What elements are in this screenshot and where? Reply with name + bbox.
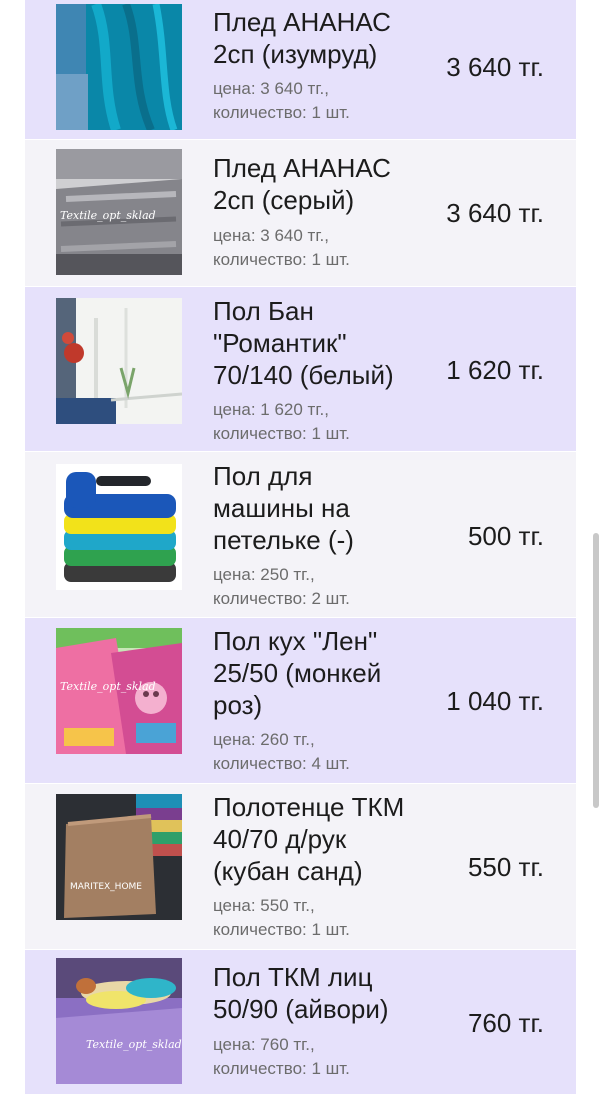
item-quantity: количество: 4 шт. (213, 754, 350, 773)
item-price: цена: 760 тг., (213, 1035, 315, 1054)
item-name-line: машины на (213, 493, 350, 523)
svg-text:Textile_opt_sklad: Textile_opt_sklad (60, 680, 156, 693)
item-name-line: петельке (-) (213, 525, 354, 555)
item-quantity: количество: 1 шт. (213, 103, 350, 122)
svg-text:MARITEX_HOME: MARITEX_HOME (70, 882, 142, 892)
item-name-line: Пол Бан (213, 296, 314, 326)
cart-items-list: Плед АНАНАС 2сп (изумруд) цена: 3 640 тг… (25, 0, 576, 1095)
item-price: цена: 550 тг., (213, 896, 315, 915)
product-thumbnail[interactable] (56, 464, 182, 590)
cart-item-row[interactable]: Textile_opt_sklad Плед АНАНАС 2сп (серый… (25, 140, 576, 287)
product-thumbnail[interactable]: Textile_opt_sklad (56, 149, 182, 275)
item-quantity: количество: 2 шт. (213, 589, 350, 608)
item-total: 760 тг. (467, 1008, 544, 1038)
item-name-line: 70/140 (белый) (213, 360, 394, 390)
item-name-line: 2сп (изумруд) (213, 39, 378, 69)
item-name-line: Плед АНАНАС (213, 7, 391, 37)
cart-item-row[interactable]: Пол для машины на петельке (-) цена: 250… (25, 452, 576, 618)
product-thumbnail[interactable] (56, 298, 182, 424)
item-name-line: Пол ТКМ лиц (213, 962, 373, 992)
item-total: 500 тг. (467, 521, 544, 551)
item-name-line: Полотенце ТКМ (213, 792, 405, 822)
item-price: цена: 260 тг., (213, 730, 315, 749)
cart-item-row[interactable]: Textile_opt_sklad Пол кух "Лен" 25/50 (м… (25, 618, 576, 784)
item-name-line: Плед АНАНАС (213, 153, 391, 183)
item-name-line: 25/50 (монкей (213, 658, 382, 688)
product-thumbnail[interactable]: Textile_opt_sklad (56, 628, 182, 754)
cart-item-row[interactable]: Плед АНАНАС 2сп (изумруд) цена: 3 640 тг… (25, 0, 576, 140)
svg-text:Textile_opt_sklad: Textile_opt_sklad (60, 209, 156, 222)
item-total: 3 640 тг. (446, 52, 544, 82)
svg-text:Textile_opt_sklad: Textile_opt_sklad (86, 1038, 182, 1051)
item-name-line: Пол кух "Лен" (213, 626, 378, 656)
cart-item-row[interactable]: Пол Бан "Романтик" 70/140 (белый) цена: … (25, 287, 576, 452)
item-name-line: Пол для (213, 461, 313, 491)
item-price: цена: 3 640 тг., (213, 79, 329, 98)
product-thumbnail[interactable] (56, 4, 182, 130)
item-price: цена: 3 640 тг., (213, 226, 329, 245)
cart-item-row[interactable]: MARITEX_HOME Полотенце ТКМ 40/70 д/рук (… (25, 784, 576, 950)
item-total: 550 тг. (467, 852, 544, 882)
item-total: 3 640 тг. (446, 198, 544, 228)
product-thumbnail[interactable]: MARITEX_HOME (56, 794, 182, 920)
item-price: цена: 1 620 тг., (213, 400, 329, 419)
item-name-line: роз) (213, 690, 263, 720)
product-thumbnail[interactable]: Textile_opt_sklad (56, 958, 182, 1084)
item-name-line: 50/90 (айвори) (213, 994, 389, 1024)
item-quantity: количество: 1 шт. (213, 250, 350, 269)
item-name-line: 40/70 д/рук (213, 824, 347, 854)
item-price: цена: 250 тг., (213, 565, 315, 584)
item-name-line: (кубан санд) (213, 856, 363, 886)
item-quantity: количество: 1 шт. (213, 424, 350, 443)
scrollbar[interactable] (593, 533, 599, 808)
item-name-line: 2сп (серый) (213, 185, 355, 215)
item-total: 1 040 тг. (446, 686, 544, 716)
item-total: 1 620 тг. (446, 355, 544, 385)
cart-item-row[interactable]: Textile_opt_sklad Пол ТКМ лиц 50/90 (айв… (25, 950, 576, 1095)
item-quantity: количество: 1 шт. (213, 1059, 350, 1078)
item-quantity: количество: 1 шт. (213, 920, 350, 939)
item-name-line: "Романтик" (213, 328, 347, 358)
